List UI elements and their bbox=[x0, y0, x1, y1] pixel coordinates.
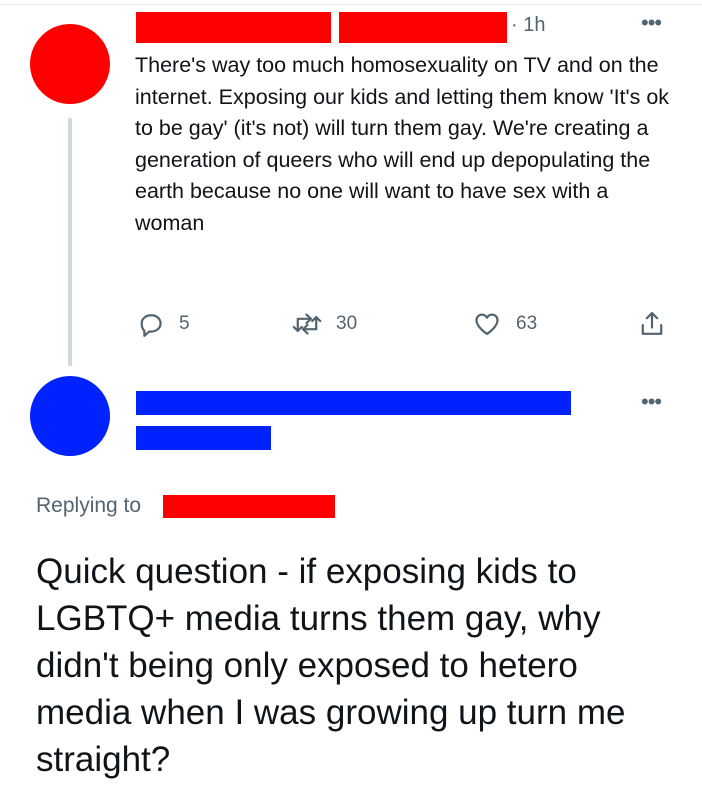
replying-to-label: Replying to bbox=[36, 494, 142, 517]
share-button[interactable] bbox=[638, 309, 666, 339]
redacted-reply-display-name[interactable] bbox=[136, 391, 571, 415]
like-button[interactable]: 63 bbox=[472, 310, 537, 338]
redacted-reply-username[interactable] bbox=[136, 426, 271, 450]
more-horizontal-icon[interactable]: ••• bbox=[641, 12, 662, 34]
reply-tweet-text: Quick question - if exposing kids to LGB… bbox=[36, 552, 626, 779]
like-count: 63 bbox=[516, 313, 538, 334]
retweet-count: 30 bbox=[336, 313, 358, 334]
retweet-icon bbox=[292, 310, 322, 338]
reply-icon bbox=[137, 310, 165, 338]
tweet-text: There's way too much homosexuality on TV… bbox=[135, 53, 670, 235]
redacted-replying-to-handle[interactable] bbox=[163, 495, 335, 518]
reply-button[interactable]: 5 bbox=[137, 310, 190, 338]
top-divider bbox=[0, 0, 702, 5]
retweet-button[interactable]: 30 bbox=[292, 310, 357, 338]
tweet-timestamp[interactable]: · 1h bbox=[511, 14, 545, 37]
heart-icon bbox=[472, 310, 502, 338]
redacted-display-name[interactable] bbox=[136, 12, 331, 43]
avatar[interactable] bbox=[30, 24, 110, 104]
more-horizontal-icon[interactable]: ••• bbox=[641, 391, 662, 413]
share-icon bbox=[638, 309, 666, 339]
reply-count: 5 bbox=[179, 313, 190, 334]
redacted-username[interactable] bbox=[339, 12, 507, 43]
thread-connector-line bbox=[68, 118, 72, 366]
reply-avatar[interactable] bbox=[30, 376, 110, 456]
